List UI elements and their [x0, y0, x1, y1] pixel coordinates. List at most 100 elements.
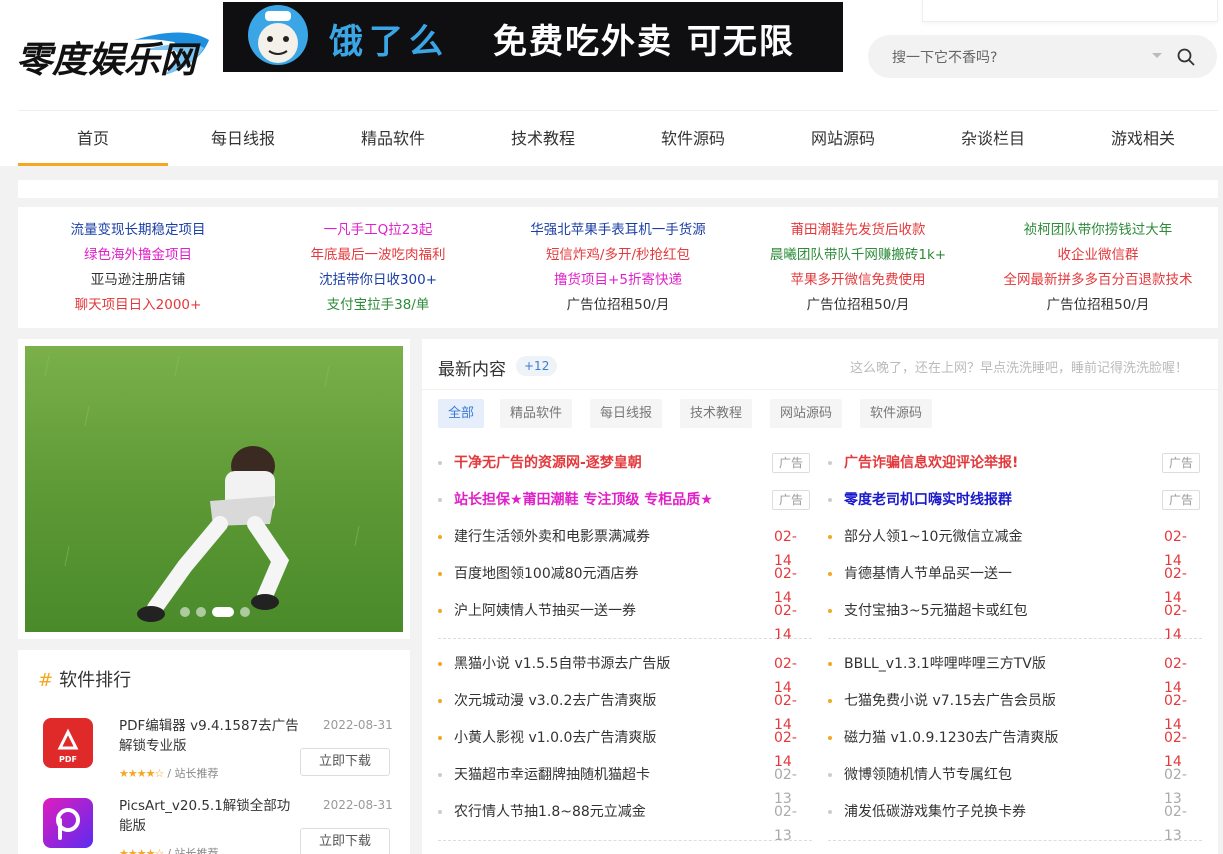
feed-item-title[interactable]: 支付宝抽3~5元猫超卡或红包: [844, 599, 1028, 623]
nav-item-0[interactable]: 首页: [18, 111, 168, 166]
feed-item-title[interactable]: 部分人领1~10元微信立减金: [844, 525, 1022, 549]
eleme-ad-banner[interactable]: 饿了么 免费吃外卖 可无限撸!: [223, 2, 843, 72]
latest-header: 最新内容 +12 这么晚了，还在上网？早点洗洗睡吧，睡前记得洗洗脸喔！: [422, 339, 1218, 390]
nav-item-3[interactable]: 技术教程: [468, 111, 618, 166]
app-name[interactable]: PicsArt_v20.5.1解锁全部功能版: [119, 796, 299, 836]
feed-item[interactable]: 零度老司机口嗨实时线报群 广告: [828, 488, 1202, 512]
feed-item-title[interactable]: 沪上阿姨情人节抽买一送一券: [454, 599, 636, 623]
nav-item-5[interactable]: 网站源码: [768, 111, 918, 166]
feed-item-title[interactable]: 微博领随机情人节专属红包: [844, 763, 1012, 787]
feed-item-title[interactable]: 浦发低碳游戏集竹子兑换卡券: [844, 800, 1026, 824]
feed-item-title[interactable]: 干净无广告的资源网-逐梦皇朝: [454, 451, 642, 475]
nav-item-1[interactable]: 每日线报: [168, 111, 318, 166]
ad-link[interactable]: 一凡手工Q拉23起: [258, 218, 498, 243]
feed-item[interactable]: 支付宝抽3~5元猫超卡或红包 02-14: [828, 599, 1202, 643]
ad-link[interactable]: 绿色海外撸金项目: [18, 243, 258, 268]
ad-link[interactable]: 支付宝拉手38/单: [258, 293, 498, 318]
ad-tag: 广告: [1162, 453, 1201, 473]
slider-photo[interactable]: [25, 346, 403, 632]
picsart-app-icon[interactable]: [43, 798, 93, 848]
filter-tab-3[interactable]: 技术教程: [680, 399, 753, 428]
feed-item[interactable]: 黑猫小说 v1.5.5自带书源去广告版 02-14: [438, 652, 812, 696]
ad-link[interactable]: 撸货项目+5折寄快递: [498, 268, 738, 293]
download-button[interactable]: 立即下载: [300, 748, 390, 776]
feed-item[interactable]: 次元城动漫 v3.0.2去广告清爽版 02-14: [438, 689, 812, 733]
filter-tab-2[interactable]: 每日线报: [590, 399, 663, 428]
ad-link[interactable]: 收企业微信群: [978, 243, 1218, 268]
latest-feed: 干净无广告的资源网-逐梦皇朝 广告 站长担保★莆田潮鞋 专注顶级 专柜品质★ 广告 广告…: [422, 436, 1218, 854]
feed-item-title[interactable]: 磁力猫 v1.0.9.1230去广告清爽版: [844, 726, 1058, 750]
feed-item[interactable]: 微博领随机情人节专属红包 02-13: [828, 763, 1202, 807]
feed-item[interactable]: 广告诈骗信息欢迎评论举报! 广告: [828, 451, 1202, 475]
ad-link[interactable]: 年底最后一波吃肉福利: [258, 243, 498, 268]
slider-dot[interactable]: [196, 607, 206, 617]
slider-dot[interactable]: [180, 607, 190, 617]
feed-item-title[interactable]: BBLL_v1.3.1哔哩哔哩三方TV版: [844, 652, 1046, 676]
feed-item[interactable]: BBLL_v1.3.1哔哩哔哩三方TV版 02-14: [828, 652, 1202, 696]
feed-item[interactable]: 沪上阿姨情人节抽买一送一券 02-14: [438, 599, 812, 643]
ad-link[interactable]: 流量变现长期稳定项目: [18, 218, 258, 243]
ad-link[interactable]: 莆田潮鞋先发货后收款: [738, 218, 978, 243]
feed-item[interactable]: 天猫超市幸运翻牌抽随机猫超卡 02-13: [438, 763, 812, 807]
ad-tag: 广告: [1162, 490, 1201, 510]
feed-item[interactable]: 部分人领1~10元微信立减金 02-14: [828, 525, 1202, 569]
nav-item-4[interactable]: 软件源码: [618, 111, 768, 166]
nav-item-6[interactable]: 杂谈栏目: [918, 111, 1068, 166]
feed-item-title[interactable]: 肯德基情人节单品买一送一: [844, 562, 1012, 586]
feed-item[interactable]: 磁力猫 v1.0.9.1230去广告清爽版 02-14: [828, 726, 1202, 770]
feed-item-title[interactable]: 次元城动漫 v3.0.2去广告清爽版: [454, 689, 656, 713]
slider-dot[interactable]: [212, 607, 234, 617]
feed-item-title[interactable]: 零度老司机口嗨实时线报群: [844, 488, 1012, 512]
download-button[interactable]: 立即下载: [300, 828, 390, 854]
search-icon[interactable]: [1176, 47, 1196, 67]
nav-item-7[interactable]: 游戏相关: [1068, 111, 1218, 166]
latest-title: 最新内容: [438, 360, 506, 380]
feed-item[interactable]: 浦发低碳游戏集竹子兑换卡券 02-13: [828, 800, 1202, 844]
slider-dot[interactable]: [240, 607, 250, 617]
bullet-icon: [438, 461, 442, 465]
nav-item-2[interactable]: 精品软件: [318, 111, 468, 166]
app-name[interactable]: PDF编辑器 v9.4.1587去广告解锁专业版: [119, 716, 299, 756]
feed-item[interactable]: 站长担保★莆田潮鞋 专注顶级 专柜品质★ 广告: [438, 488, 812, 512]
feed-item-title[interactable]: 建行生活领外卖和电影票满减券: [454, 525, 650, 549]
ad-link[interactable]: 华强北苹果手表耳机一手货源: [498, 218, 738, 243]
filter-tab-0[interactable]: 全部: [438, 399, 485, 428]
image-slider[interactable]: [18, 339, 410, 639]
feed-item-title[interactable]: 黑猫小说 v1.5.5自带书源去广告版: [454, 652, 670, 676]
ad-link[interactable]: 亚马逊注册店铺: [18, 268, 258, 293]
main-nav: 首页 每日线报 精品软件 技术教程 软件源码 网站源码 杂谈栏目 游戏相关: [18, 111, 1218, 166]
search-input[interactable]: 搜一下它不香吗?: [892, 47, 997, 67]
ad-link[interactable]: 广告位招租50/月: [978, 293, 1218, 318]
filter-tab-4[interactable]: 网站源码: [770, 399, 843, 428]
pdf-app-icon[interactable]: PDF: [43, 718, 93, 768]
feed-item[interactable]: 干净无广告的资源网-逐梦皇朝 广告: [438, 451, 812, 475]
site-logo[interactable]: 零度娱乐网: [14, 20, 214, 90]
ad-link[interactable]: 短信炸鸡/多开/秒抢红包: [498, 243, 738, 268]
ad-link[interactable]: 广告位招租50/月: [498, 293, 738, 318]
feed-item-title[interactable]: 广告诈骗信息欢迎评论举报!: [844, 451, 1018, 475]
filter-tab-1[interactable]: 精品软件: [500, 399, 573, 428]
feed-item[interactable]: 百度地图领100减80元酒店券 02-14: [438, 562, 812, 606]
feed-item-title[interactable]: 站长担保★莆田潮鞋 专注顶级 专柜品质★: [454, 488, 713, 512]
chevron-down-icon[interactable]: [1152, 53, 1162, 58]
ad-link[interactable]: 聊天项目日入2000+: [18, 293, 258, 318]
search-box[interactable]: 搜一下它不香吗?: [868, 35, 1217, 78]
feed-item[interactable]: 肯德基情人节单品买一送一 02-14: [828, 562, 1202, 606]
feed-item-title[interactable]: 小黄人影视 v1.0.0去广告清爽版: [454, 726, 656, 750]
ad-link[interactable]: 祯柯团队带你捞钱过大年: [978, 218, 1218, 243]
bullet-icon: [438, 736, 442, 740]
feed-item-title[interactable]: 农行情人节抽1.8~88元立减金: [454, 800, 646, 824]
feed-item[interactable]: 七猫免费小说 v7.15去广告会员版 02-14: [828, 689, 1202, 733]
feed-item[interactable]: 小黄人影视 v1.0.0去广告清爽版 02-14: [438, 726, 812, 770]
feed-item-title[interactable]: 百度地图领100减80元酒店券: [454, 562, 639, 586]
feed-item-title[interactable]: 七猫免费小说 v7.15去广告会员版: [844, 689, 1056, 713]
feed-item[interactable]: 建行生活领外卖和电影票满减券 02-14: [438, 525, 812, 569]
ad-link[interactable]: 广告位招租50/月: [738, 293, 978, 318]
feed-item-title[interactable]: 天猫超市幸运翻牌抽随机猫超卡: [454, 763, 650, 787]
ad-link[interactable]: 苹果多开微信免费使用: [738, 268, 978, 293]
ad-link[interactable]: 沈括带你日收300+: [258, 268, 498, 293]
feed-item[interactable]: 农行情人节抽1.8~88元立减金 02-13: [438, 800, 812, 844]
filter-tab-5[interactable]: 软件源码: [860, 399, 933, 428]
ad-link[interactable]: 晨曦团队带队千网赚搬砖1k+: [738, 243, 978, 268]
ad-link[interactable]: 全网最新拼多多百分百退款技术: [978, 268, 1218, 293]
